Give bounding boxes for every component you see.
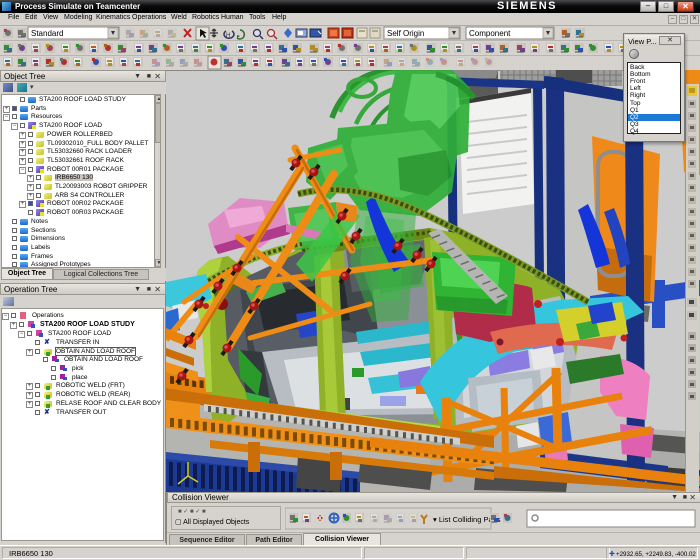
svg-text:Self Origin: Self Origin	[387, 29, 424, 38]
svg-text:Standard: Standard	[31, 29, 63, 38]
svg-text:Component: Component	[469, 29, 511, 38]
svg-text:H: H	[226, 33, 230, 39]
